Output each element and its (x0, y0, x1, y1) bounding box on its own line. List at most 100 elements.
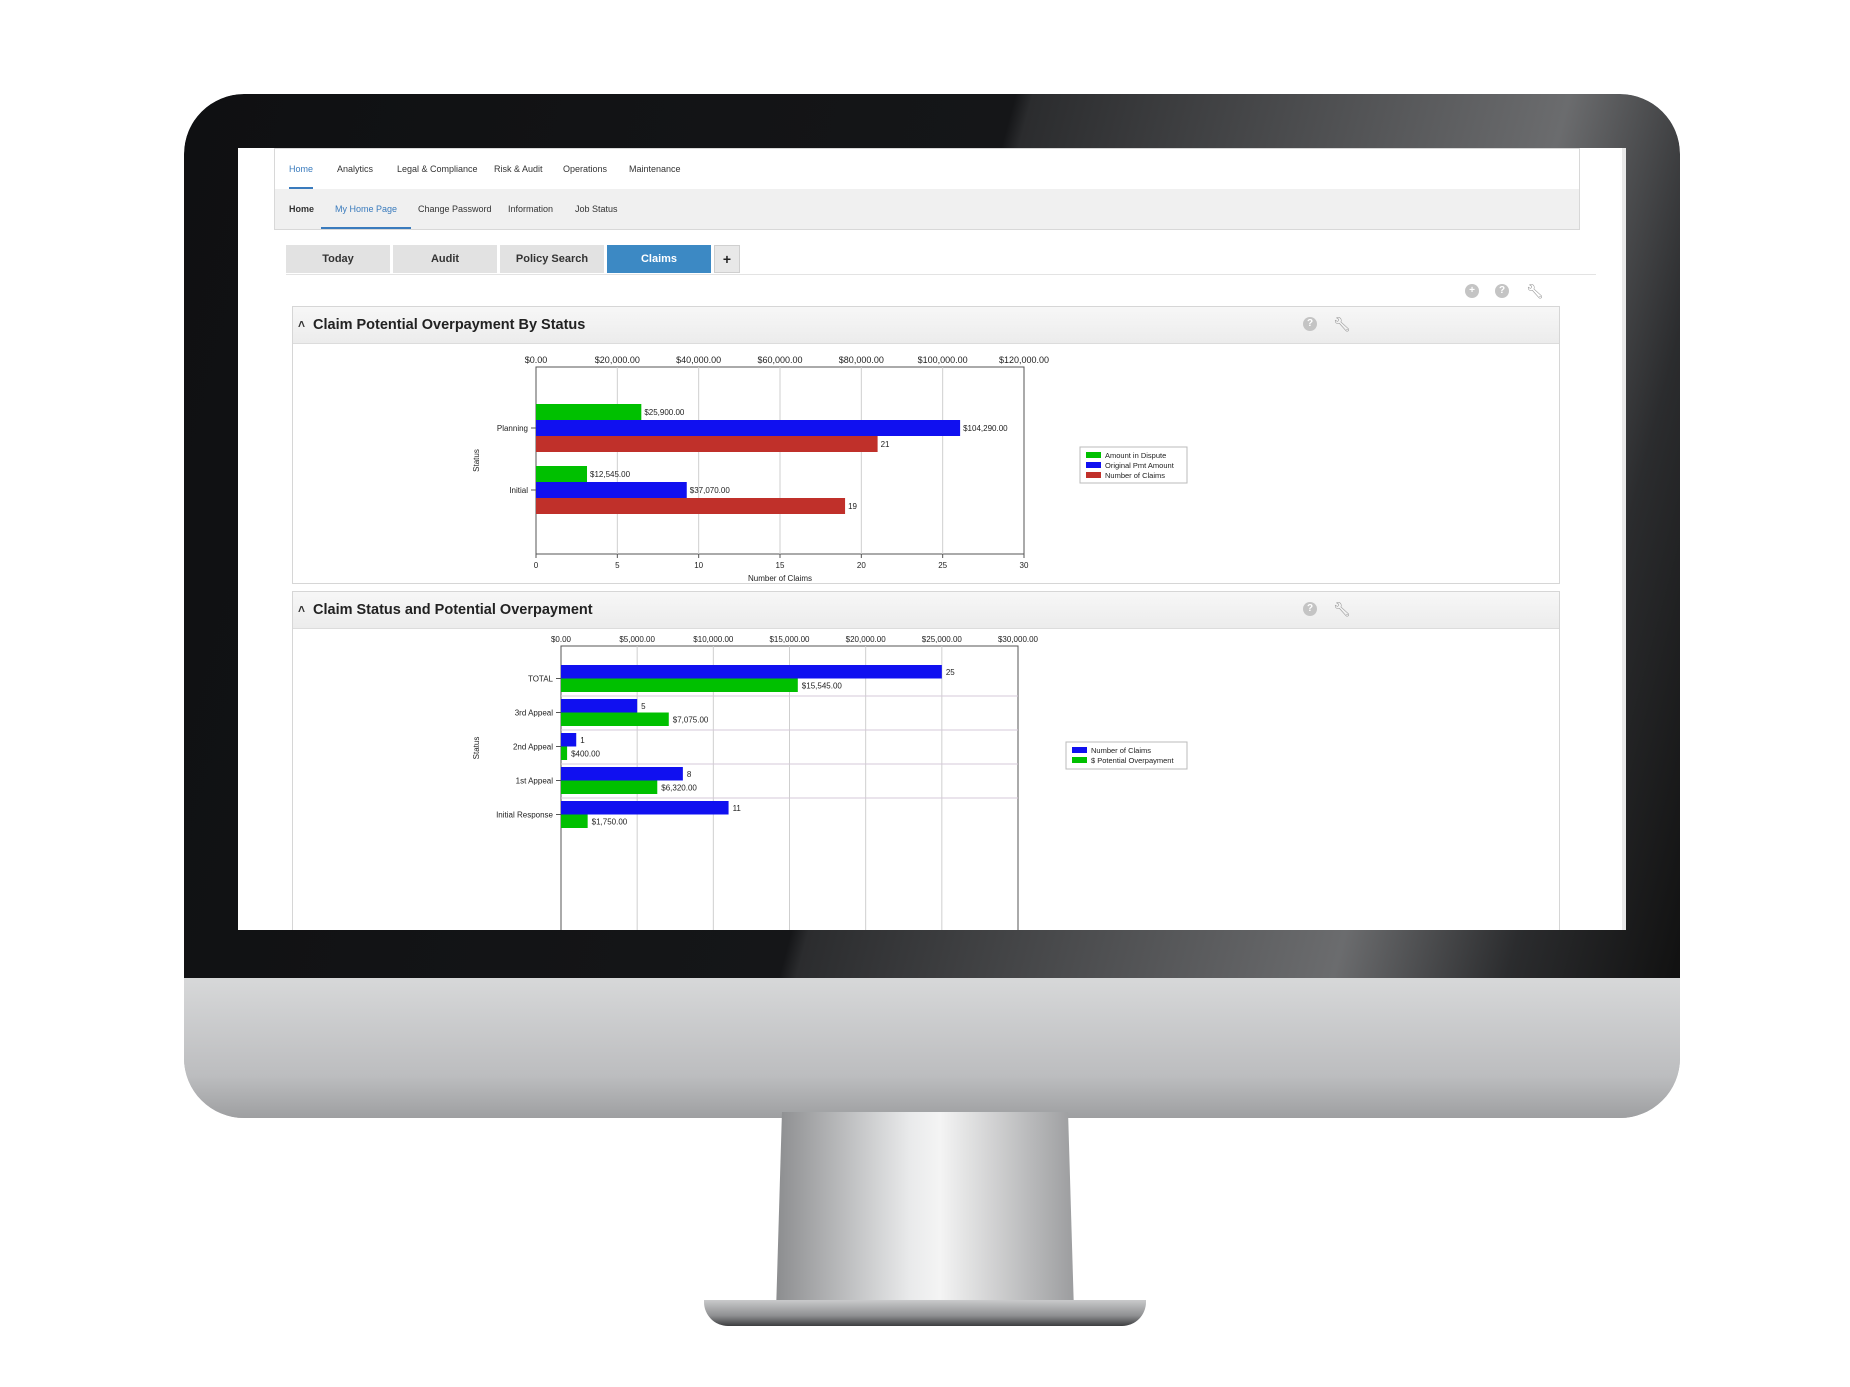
bar (561, 801, 729, 815)
wrench-icon[interactable]: 🔧︎ (1333, 601, 1351, 617)
data-label: 5 (641, 702, 646, 711)
panel-title: Claim Status and Potential Overpayment (313, 602, 593, 618)
data-label: $37,070.00 (690, 486, 731, 495)
category-label: TOTAL (528, 675, 554, 684)
bar (561, 780, 658, 794)
add-icon[interactable]: + (1465, 284, 1479, 298)
y-axis-title: Status (472, 449, 481, 472)
help-icon[interactable]: ? (1495, 284, 1509, 298)
bar (561, 767, 683, 781)
nav-operations[interactable]: Operations (563, 149, 607, 189)
top-axis-tick-label: $60,000.00 (757, 355, 802, 365)
legend-swatch (1086, 462, 1101, 468)
x-tick-label: 0 (534, 561, 539, 570)
x-tick-label: 30 (1020, 561, 1029, 570)
tab-policy-search[interactable]: Policy Search (500, 245, 604, 273)
subnav-home[interactable]: Home (289, 189, 314, 229)
nav-legal-compliance[interactable]: Legal & Compliance (397, 149, 478, 189)
tab-divider (286, 274, 1596, 275)
top-axis-tick-label: $5,000.00 (619, 635, 655, 644)
x-tick-label: 25 (938, 561, 947, 570)
x-tick-label: 15 (776, 561, 785, 570)
bar (536, 420, 961, 436)
data-label: $7,075.00 (673, 716, 709, 725)
top-axis-tick-label: $0.00 (551, 635, 572, 644)
collapse-icon[interactable]: ˄ (298, 317, 310, 331)
subnav-job-status[interactable]: Job Status (575, 189, 618, 229)
x-tick-label: 10 (694, 561, 703, 570)
bar (561, 733, 577, 747)
data-label: 19 (848, 502, 857, 511)
data-label: 8 (687, 770, 692, 779)
top-axis-tick-label: $30,000.00 (998, 635, 1039, 644)
collapse-icon[interactable]: ˄ (298, 602, 310, 616)
legend-swatch (1086, 452, 1101, 458)
help-icon[interactable]: ? (1303, 602, 1317, 616)
top-axis-tick-label: $10,000.00 (693, 635, 734, 644)
panel-overpayment-by-status: ˄ Claim Potential Overpayment By Status … (292, 306, 1560, 584)
chart-overpayment-by-status: 0 5 10 15 20 25 30 $0.00 $20,000.00 $40,000.00 $60… (472, 355, 1188, 581)
top-axis-tick-label: $80,000.00 (839, 355, 884, 365)
bar (561, 712, 669, 726)
top-axis-tick-label: $40,000.00 (676, 355, 721, 365)
tab-claims[interactable]: Claims (607, 245, 711, 273)
legend-swatch (1086, 472, 1101, 478)
bar (561, 699, 638, 713)
main-nav: Home Analytics Legal & Compliance Risk &… (274, 148, 1580, 190)
category-label: Planning (497, 424, 528, 433)
panel-title: Claim Potential Overpayment By Status (313, 317, 586, 333)
category-label: 1st Appeal (516, 777, 554, 786)
top-axis-tick-label: $20,000.00 (595, 355, 640, 365)
nav-maintenance[interactable]: Maintenance (629, 149, 681, 189)
nav-analytics[interactable]: Analytics (337, 149, 373, 189)
legend-label: Amount in Dispute (1105, 451, 1166, 460)
bar (536, 436, 878, 452)
x-axis-title: Number of Claims (748, 574, 812, 581)
top-axis-tick-label: $25,000.00 (922, 635, 963, 644)
top-axis-tick-label: $120,000.00 (999, 355, 1049, 365)
category-label: 3rd Appeal (515, 709, 553, 718)
monitor-stand (776, 1112, 1074, 1312)
category-label: 2nd Appeal (513, 743, 553, 752)
app-screen: Home Analytics Legal & Compliance Risk &… (238, 148, 1626, 930)
legend-swatch (1072, 757, 1087, 763)
bar (561, 665, 942, 679)
legend-label: Number of Claims (1105, 471, 1165, 480)
data-label: $400.00 (571, 750, 600, 759)
y-axis-title: Status (472, 737, 481, 760)
add-tab-button[interactable]: + (714, 245, 740, 273)
bar (561, 814, 588, 828)
x-tick-label: 20 (857, 561, 866, 570)
top-axis-tick-label: $100,000.00 (918, 355, 968, 365)
top-axis-tick-label: $15,000.00 (769, 635, 810, 644)
panel-header: ˄ Claim Status and Potential Overpayment… (293, 592, 1559, 629)
nav-home[interactable]: Home (289, 149, 314, 189)
wrench-icon[interactable]: 🔧︎ (1333, 316, 1351, 332)
data-label: $15,545.00 (802, 682, 843, 691)
legend-label: $ Potential Overpayment (1091, 756, 1174, 765)
bar (536, 466, 588, 482)
panel-status-and-overpayment: ˄ Claim Status and Potential Overpayment… (292, 591, 1560, 930)
subnav-information[interactable]: Information (508, 189, 553, 229)
help-icon[interactable]: ? (1303, 317, 1317, 331)
wrench-icon[interactable]: 🔧︎ (1526, 283, 1544, 299)
data-label: 1 (580, 736, 585, 745)
subnav-my-home-page[interactable]: My Home Page (321, 189, 412, 229)
legend-label: Original Pmt Amount (1105, 461, 1175, 470)
legend-label: Number of Claims (1091, 746, 1151, 755)
data-label: $25,900.00 (644, 408, 685, 417)
vertical-scrollbar[interactable] (1622, 148, 1626, 930)
data-label: $6,320.00 (661, 784, 697, 793)
bar (536, 482, 687, 498)
x-tick-label: 5 (615, 561, 620, 570)
subnav-change-password[interactable]: Change Password (418, 189, 492, 229)
tab-audit[interactable]: Audit (393, 245, 497, 273)
data-label: $12,545.00 (590, 470, 631, 479)
monitor-stand-base (704, 1300, 1146, 1326)
nav-risk-audit[interactable]: Risk & Audit (494, 149, 543, 189)
sub-nav: Home My Home Page Change Password Inform… (274, 189, 1580, 230)
data-label: 25 (946, 668, 955, 677)
data-label: $1,750.00 (592, 818, 628, 827)
tab-today[interactable]: Today (286, 245, 390, 273)
data-label: 11 (733, 804, 742, 813)
